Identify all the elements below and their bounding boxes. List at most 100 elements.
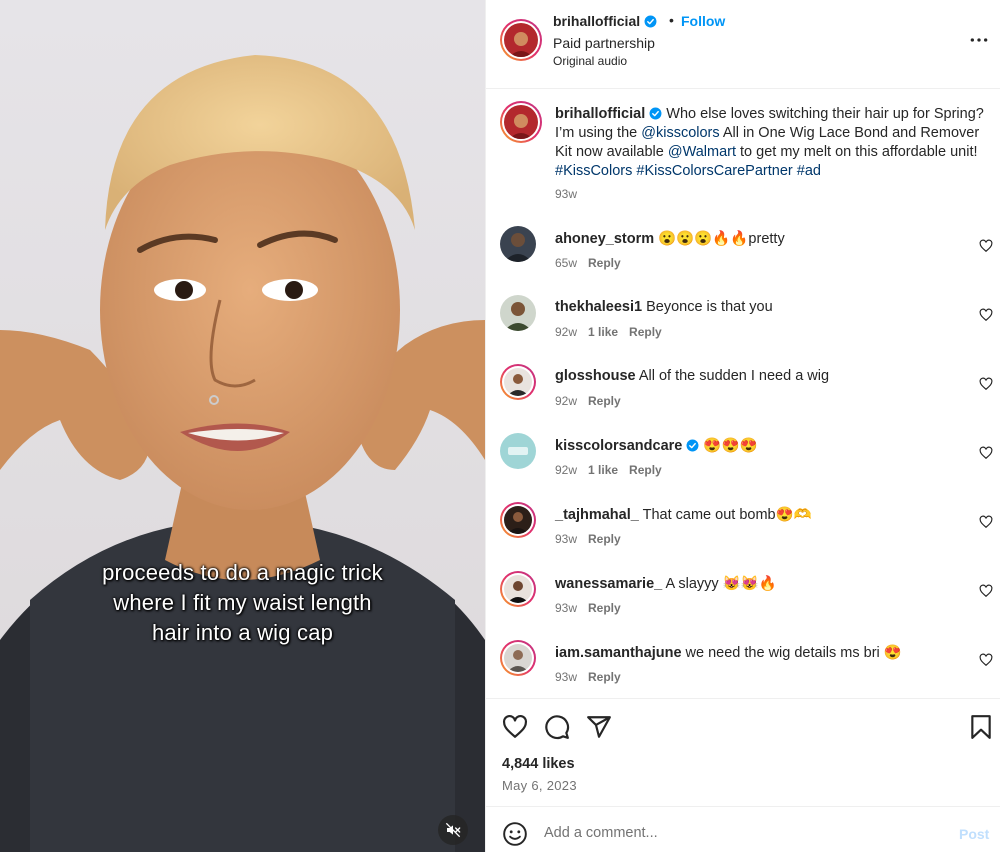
comment-meta: 92w 1 like Reply — [555, 325, 673, 339]
post-comment-button[interactable]: Post — [959, 826, 989, 842]
verified-badge-icon — [686, 439, 699, 452]
comment-text: _tajhmahal_ That came out bomb😍🫶 — [555, 506, 812, 523]
emoji-icon[interactable] — [502, 821, 528, 847]
bookmark-icon[interactable] — [968, 714, 994, 740]
comment-item: kisscolorsandcare 😍😍😍 92w 1 like Reply — [500, 433, 1000, 493]
video-caption-line: where I fit my waist length — [113, 590, 372, 615]
comment-body: 😍😍😍 — [703, 438, 758, 454]
reply-button[interactable]: Reply — [629, 325, 662, 339]
like-comment-heart-icon[interactable] — [979, 653, 993, 667]
caption-author-avatar[interactable] — [500, 101, 542, 143]
verified-badge-icon — [644, 15, 657, 28]
commenter-avatar[interactable] — [500, 364, 536, 400]
comment-username[interactable]: glosshouse — [555, 368, 636, 384]
comment-time[interactable]: 92w — [555, 463, 577, 477]
more-horizontal-icon[interactable] — [969, 30, 989, 50]
heart-icon[interactable] — [502, 714, 528, 740]
hashtag-links[interactable]: #KissColors #KissColorsCarePartner #ad — [555, 163, 821, 179]
reply-button[interactable]: Reply — [588, 394, 621, 408]
commenter-avatar-image — [500, 295, 536, 331]
author-avatar[interactable] — [500, 19, 542, 61]
comment-text: ahoney_storm 😮😮😮🔥🔥pretty — [555, 230, 785, 247]
reply-button[interactable]: Reply — [588, 601, 621, 615]
author-avatar-image — [504, 105, 538, 139]
reply-button[interactable]: Reply — [588, 256, 621, 270]
caption-username[interactable]: brihallofficial — [555, 106, 645, 122]
post-date[interactable]: May 6, 2023 — [502, 778, 577, 793]
reply-button[interactable]: Reply — [629, 463, 662, 477]
follow-button[interactable]: Follow — [681, 13, 725, 29]
like-comment-heart-icon[interactable] — [979, 515, 993, 529]
paid-partnership-label[interactable]: Paid partnership — [553, 35, 655, 51]
comment-time[interactable]: 93w — [555, 670, 577, 684]
comment-text: wanessamarie_ A slayyy 😻😻🔥 — [555, 575, 777, 592]
commenter-avatar[interactable] — [500, 502, 536, 538]
share-icon[interactable] — [586, 714, 612, 740]
comment-time[interactable]: 92w — [555, 394, 577, 408]
commenter-avatar-image — [504, 644, 532, 672]
comment-composer: Post — [486, 806, 1000, 852]
author-username[interactable]: brihallofficial — [553, 13, 657, 29]
author-avatar-image — [504, 23, 538, 57]
commenter-avatar-image — [504, 506, 532, 534]
comment-body: Beyonce is that you — [646, 299, 773, 315]
mention-link[interactable]: @kisscolors — [641, 125, 719, 141]
author-username-text: brihallofficial — [553, 13, 641, 29]
comment-likes[interactable]: 1 like — [588, 463, 618, 477]
comment-body: A slayyy 😻😻🔥 — [665, 576, 777, 592]
comment-username[interactable]: ahoney_storm — [555, 231, 654, 247]
mention-link[interactable]: @Walmart — [668, 144, 736, 160]
commenter-avatar[interactable] — [500, 640, 536, 676]
commenter-avatar[interactable] — [500, 433, 536, 469]
comment-item: iam.samanthajune we need the wig details… — [500, 640, 1000, 700]
video-caption-overlay: proceeds to do a magic trick where I fit… — [0, 558, 485, 648]
commenter-avatar-image — [500, 226, 536, 262]
comment-item: glosshouse All of the sudden I need a wi… — [500, 364, 1000, 424]
comment-username[interactable]: thekhaleesi1 — [555, 299, 642, 315]
reply-button[interactable]: Reply — [588, 532, 621, 546]
likes-count[interactable]: 4,844 likes — [502, 756, 575, 772]
like-comment-heart-icon[interactable] — [979, 239, 993, 253]
comment-text: iam.samanthajune we need the wig details… — [555, 644, 902, 661]
comment-text: glosshouse All of the sudden I need a wi… — [555, 368, 829, 384]
comment-meta: 93w Reply — [555, 532, 632, 546]
comment-meta: 92w 1 like Reply — [555, 463, 673, 477]
muted-speaker-icon — [445, 822, 461, 838]
like-comment-heart-icon[interactable] — [979, 308, 993, 322]
reply-button[interactable]: Reply — [588, 670, 621, 684]
like-comment-heart-icon[interactable] — [979, 377, 993, 391]
post-action-bar: 4,844 likes May 6, 2023 — [486, 698, 1000, 806]
verified-badge-icon — [649, 107, 662, 120]
comment-body: That came out bomb😍🫶 — [642, 507, 812, 523]
comment-icon[interactable] — [544, 714, 570, 740]
like-comment-heart-icon[interactable] — [979, 584, 993, 598]
commenter-avatar[interactable] — [500, 571, 536, 607]
commenter-avatar[interactable] — [500, 295, 536, 331]
comment-time[interactable]: 92w — [555, 325, 577, 339]
comment-input[interactable] — [544, 819, 934, 847]
comment-likes[interactable]: 1 like — [588, 325, 618, 339]
comment-meta: 92w Reply — [555, 394, 632, 408]
commenter-avatar-image — [500, 433, 536, 469]
comment-body: we need the wig details ms bri 😍 — [685, 645, 902, 661]
comment-item: _tajhmahal_ That came out bomb😍🫶 93w Repl… — [500, 502, 1000, 562]
commenter-avatar[interactable] — [500, 226, 536, 262]
comment-username[interactable]: wanessamarie_ — [555, 576, 662, 592]
caption-timestamp[interactable]: 93w — [555, 187, 577, 201]
comment-time[interactable]: 93w — [555, 532, 577, 546]
like-comment-heart-icon[interactable] — [979, 446, 993, 460]
post-video[interactable]: proceeds to do a magic trick where I fit… — [0, 0, 485, 852]
comment-body: All of the sudden I need a wig — [638, 368, 830, 384]
mute-button[interactable] — [438, 815, 468, 845]
comment-time[interactable]: 65w — [555, 256, 577, 270]
comment-username[interactable]: iam.samanthajune — [555, 645, 682, 661]
comment-time[interactable]: 93w — [555, 601, 577, 615]
caption-text: brihallofficial Who else loves switching… — [555, 105, 985, 181]
comment-username[interactable]: kisscolorsandcare — [555, 438, 682, 454]
caption-body: to get my melt on this affordable unit! — [736, 144, 978, 160]
comment-body: 😮😮😮🔥🔥pretty — [658, 231, 785, 247]
header-separator: • — [669, 12, 674, 28]
comment-meta: 65w Reply — [555, 256, 632, 270]
original-audio-link[interactable]: Original audio — [553, 54, 627, 68]
comment-username[interactable]: _tajhmahal_ — [555, 507, 639, 523]
